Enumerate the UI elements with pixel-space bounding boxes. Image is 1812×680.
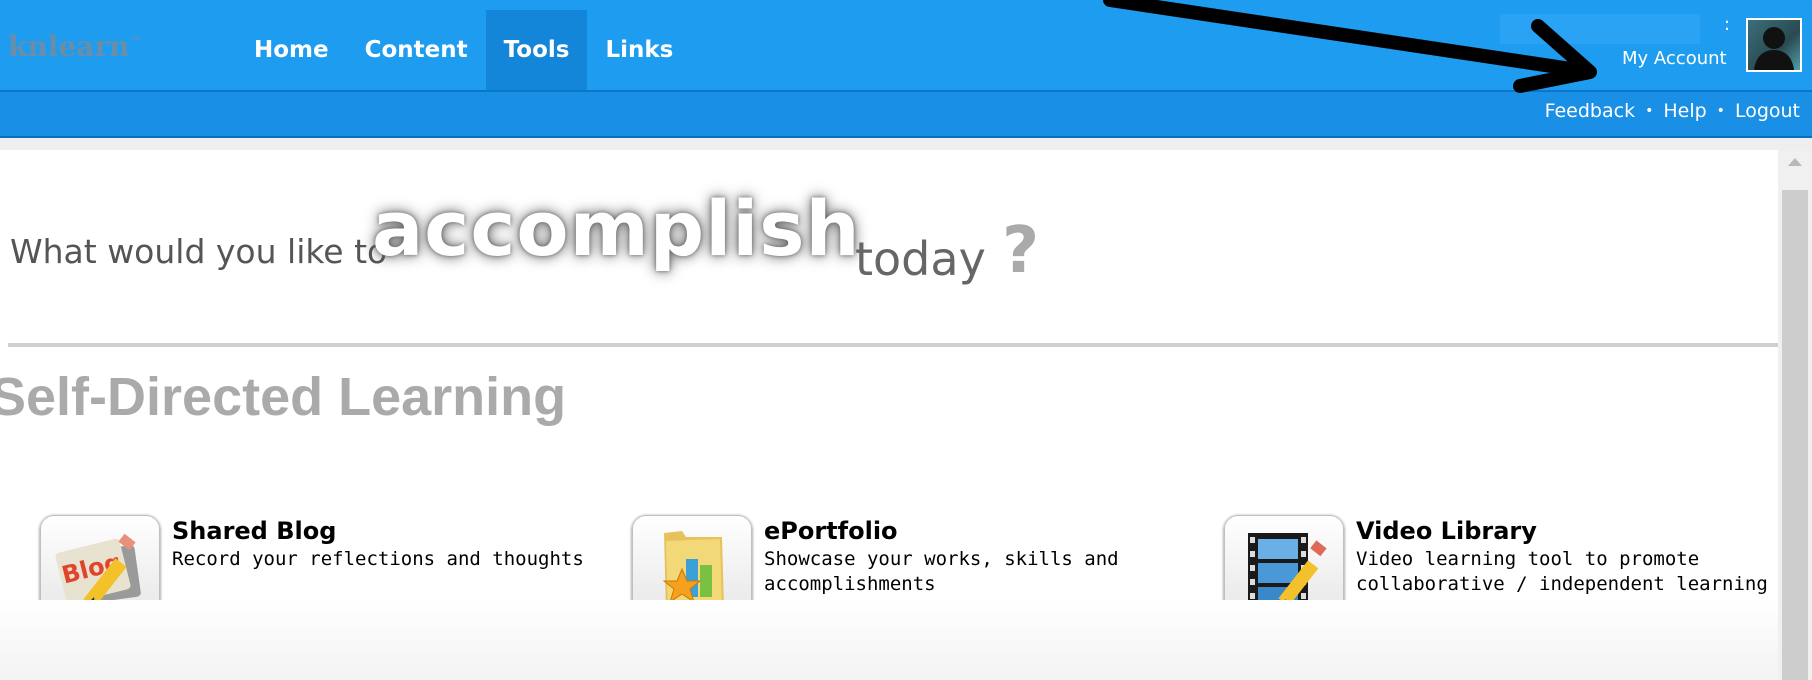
annotation-arrow-icon	[1103, 0, 1597, 93]
